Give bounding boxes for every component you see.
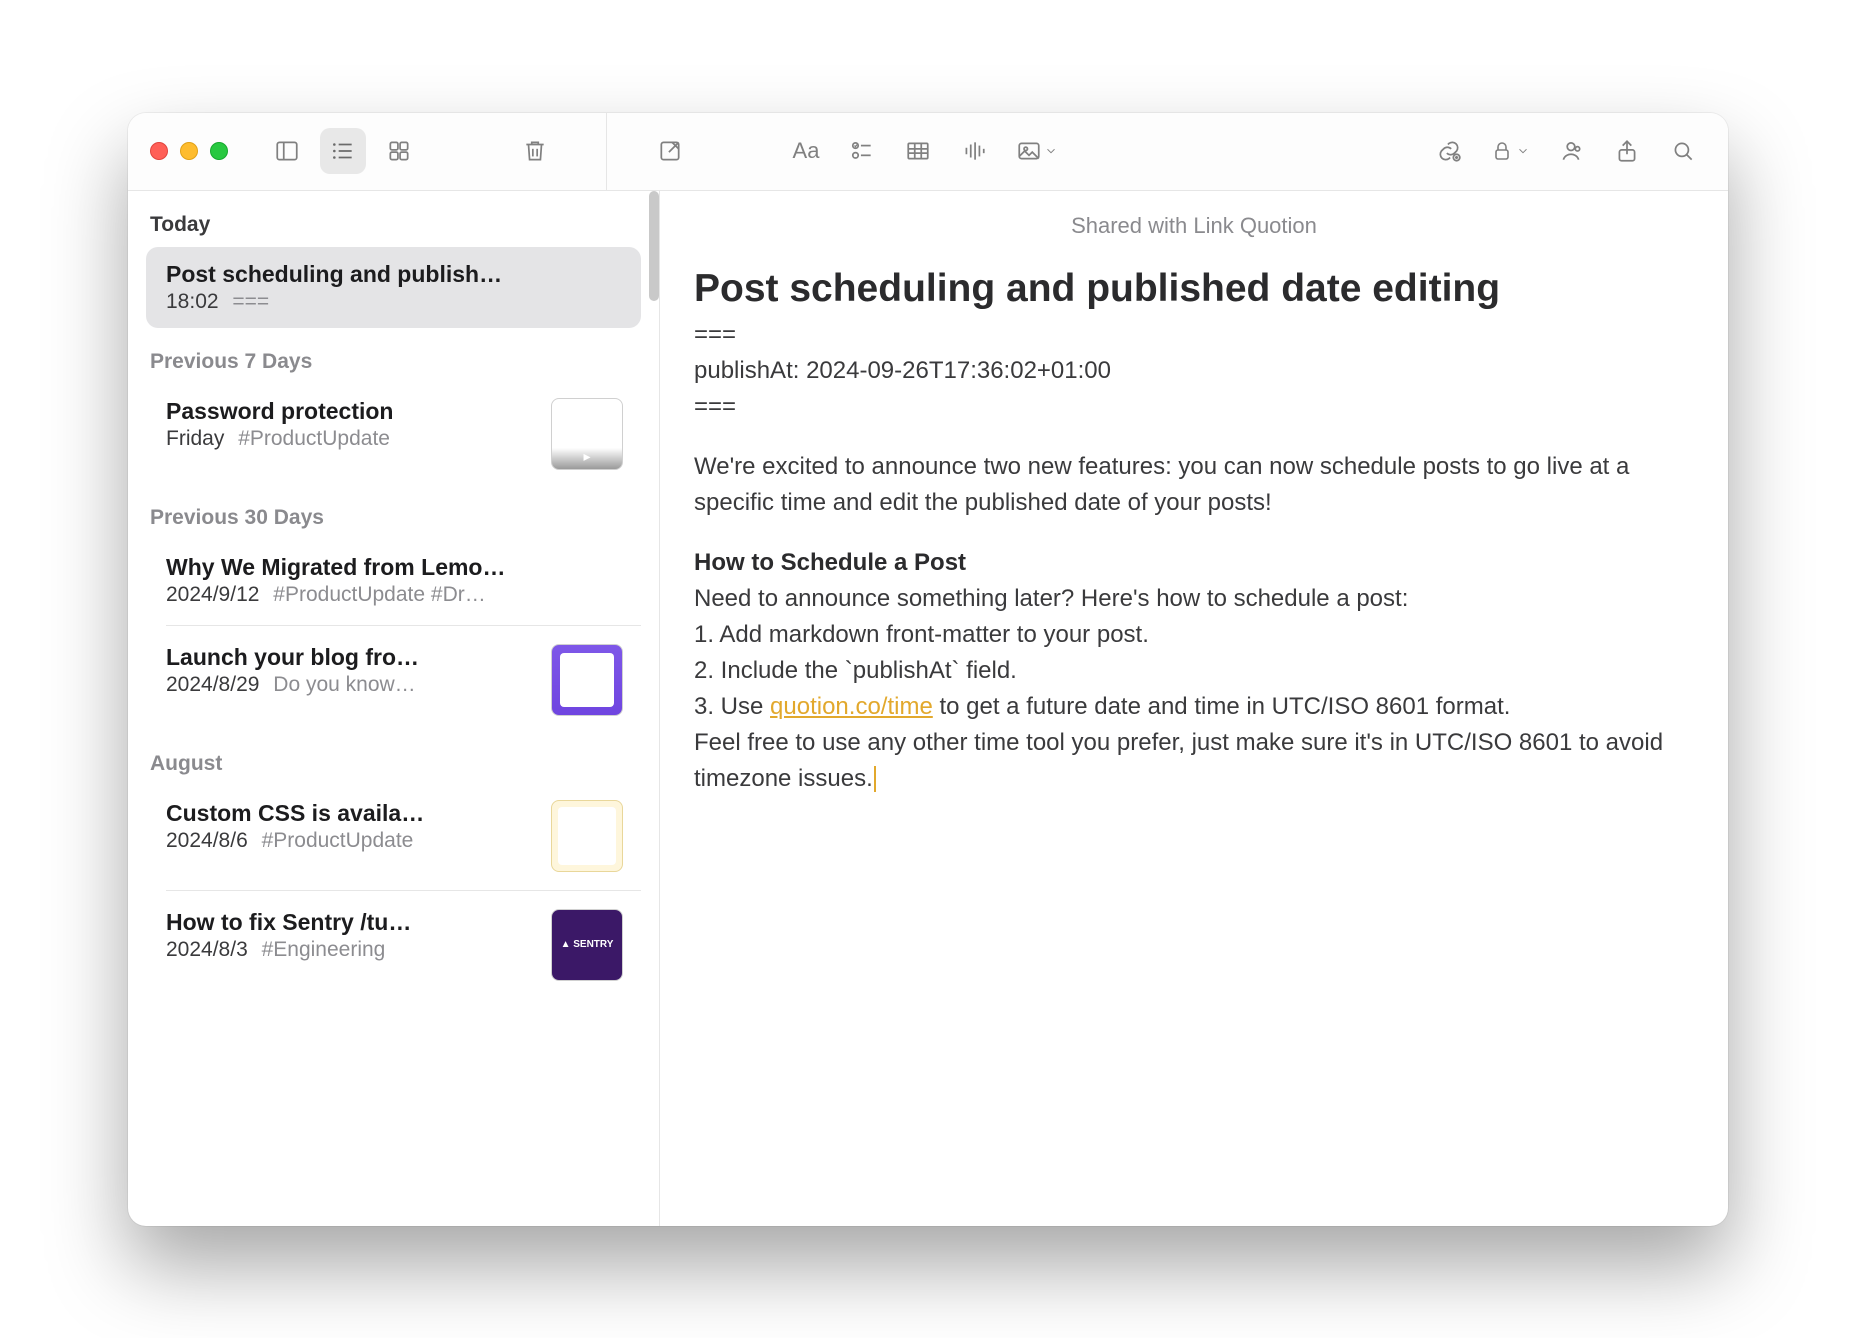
- checklist-button[interactable]: [839, 128, 885, 174]
- note-title: Launch your blog fro…: [166, 644, 537, 671]
- format-label: Aa: [793, 138, 820, 164]
- note-item[interactable]: How to fix Sentry /tu… 2024/8/3 #Enginee…: [146, 895, 641, 995]
- delete-button[interactable]: [512, 128, 558, 174]
- table-button[interactable]: [895, 128, 941, 174]
- compose-button[interactable]: [647, 128, 693, 174]
- note-item-selected[interactable]: Post scheduling and publish… 18:02 ===: [146, 247, 641, 328]
- chevron-down-icon: [1044, 144, 1058, 158]
- lock-button[interactable]: [1482, 128, 1538, 174]
- closing-paragraph: Feel free to use any other time tool you…: [694, 725, 1694, 797]
- howto-intro: Need to announce something later? Here's…: [694, 581, 1694, 617]
- frontmatter-line: publishAt: 2024-09-26T17:36:02+01:00: [694, 353, 1694, 389]
- note-thumbnail: [551, 800, 623, 872]
- format-button[interactable]: Aa: [783, 128, 829, 174]
- note-meta: 18:02 ===: [166, 290, 623, 314]
- note-title-heading: Post scheduling and published date editi…: [694, 265, 1694, 314]
- section-header-august: August: [128, 734, 659, 782]
- app-window: Aa: [128, 113, 1728, 1226]
- video-icon: ▸: [583, 448, 590, 465]
- note-item[interactable]: Custom CSS is availa… 2024/8/6 #ProductU…: [146, 786, 641, 886]
- note-meta: Friday #ProductUpdate: [166, 427, 537, 451]
- note-title: Password protection: [166, 398, 537, 425]
- chevron-down-icon: [1516, 144, 1530, 158]
- note-title: Custom CSS is availa…: [166, 800, 537, 827]
- section-header-prev30: Previous 30 Days: [128, 488, 659, 536]
- collaborate-button[interactable]: [1548, 128, 1594, 174]
- divider: [166, 890, 641, 891]
- note-meta: 2024/8/6 #ProductUpdate: [166, 829, 537, 853]
- grid-view-button[interactable]: [376, 128, 422, 174]
- note-meta: 2024/9/12 #ProductUpdate #Dr…: [166, 583, 623, 607]
- search-button[interactable]: [1660, 128, 1706, 174]
- scrollbar-thumb[interactable]: [649, 191, 659, 301]
- minimize-window-button[interactable]: [180, 142, 198, 160]
- audio-button[interactable]: [951, 128, 997, 174]
- toolbar: Aa: [128, 113, 1728, 191]
- frontmatter-sep: ===: [694, 317, 1694, 353]
- link-button[interactable]: [1426, 128, 1472, 174]
- note-item[interactable]: Password protection Friday #ProductUpdat…: [146, 384, 641, 484]
- toggle-sidebar-button[interactable]: [264, 128, 310, 174]
- toolbar-divider: [606, 113, 607, 190]
- note-item[interactable]: Why We Migrated from Lemo… 2024/9/12 #Pr…: [146, 540, 641, 621]
- time-link[interactable]: quotion.co/time: [770, 693, 933, 720]
- divider: [166, 625, 641, 626]
- note-thumbnail: ▲ SENTRY: [551, 909, 623, 981]
- note-editor[interactable]: Shared with Link Quotion Post scheduling…: [660, 191, 1728, 1226]
- frontmatter-sep: ===: [694, 389, 1694, 425]
- section-header-today: Today: [128, 191, 659, 243]
- media-button[interactable]: [1007, 128, 1067, 174]
- shared-label: Shared with Link Quotion: [694, 191, 1694, 265]
- zoom-window-button[interactable]: [210, 142, 228, 160]
- step-2: 2. Include the `publishAt` field.: [694, 653, 1694, 689]
- note-meta: 2024/8/3 #Engineering: [166, 938, 537, 962]
- note-thumbnail: [551, 644, 623, 716]
- intro-paragraph: We're excited to announce two new featur…: [694, 449, 1694, 521]
- step-1: 1. Add markdown front-matter to your pos…: [694, 617, 1694, 653]
- note-item[interactable]: Launch your blog fro… 2024/8/29 Do you k…: [146, 630, 641, 730]
- share-button[interactable]: [1604, 128, 1650, 174]
- note-meta: 2024/8/29 Do you know…: [166, 673, 537, 697]
- window-controls: [150, 142, 228, 160]
- app-body: Today Post scheduling and publish… 18:02…: [128, 191, 1728, 1226]
- step-3: 3. Use quotion.co/time to get a future d…: [694, 689, 1694, 725]
- note-title: Post scheduling and publish…: [166, 261, 623, 288]
- notes-sidebar[interactable]: Today Post scheduling and publish… 18:02…: [128, 191, 660, 1226]
- note-thumbnail: ▸: [551, 398, 623, 470]
- howto-heading: How to Schedule a Post: [694, 545, 1694, 581]
- list-view-button[interactable]: [320, 128, 366, 174]
- text-caret: [874, 766, 876, 792]
- section-header-prev7: Previous 7 Days: [128, 332, 659, 380]
- close-window-button[interactable]: [150, 142, 168, 160]
- note-body[interactable]: === publishAt: 2024-09-26T17:36:02+01:00…: [694, 317, 1694, 797]
- note-title: Why We Migrated from Lemo…: [166, 554, 623, 581]
- note-title: How to fix Sentry /tu…: [166, 909, 537, 936]
